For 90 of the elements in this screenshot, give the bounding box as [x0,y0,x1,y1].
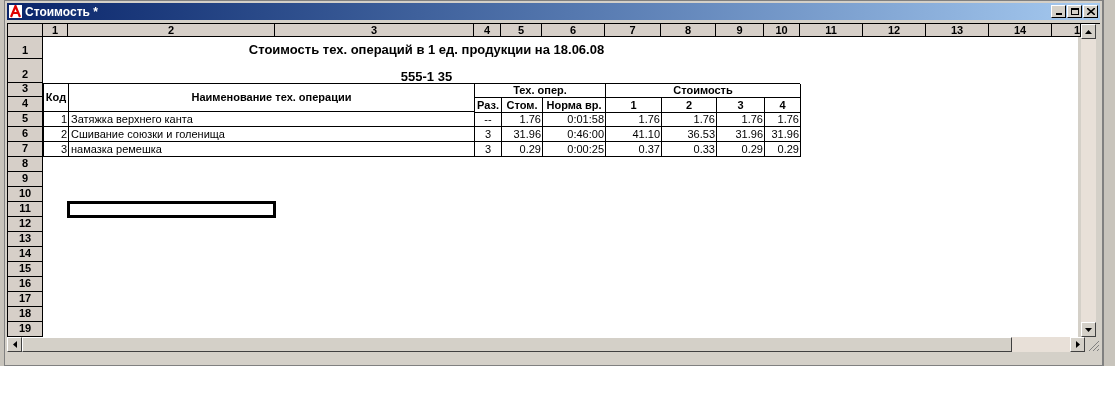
scroll-right-button[interactable] [1070,337,1085,352]
right-arrow-icon [1075,341,1080,348]
column-heading: Код [44,84,69,112]
maximize-button[interactable] [1067,5,1082,18]
column-heading: Наименование тех. операции [69,84,475,112]
table-cell: 31.96 [502,127,543,142]
table-cell: 0.29 [765,142,801,157]
left-arrow-icon [12,341,17,348]
row-header[interactable]: 4 [8,97,43,112]
row-header[interactable]: 10 [8,187,43,202]
table-cell: намазка ремешка [69,142,475,157]
column-heading: 3 [717,98,765,113]
sheet-subtitle: 555-1 35 [400,67,453,86]
scroll-down-button[interactable] [1081,322,1096,337]
vertical-scrollbar[interactable] [1081,24,1096,337]
column-header[interactable]: 9 [716,24,764,37]
table-cell: 2 [44,127,69,142]
column-header[interactable]: 1 [1052,24,1081,37]
row-header[interactable]: 7 [8,142,43,157]
table-cell: 1.76 [502,112,543,127]
row-header[interactable]: 12 [8,217,43,232]
row-header[interactable]: 13 [8,232,43,247]
table-cell: 1 [44,112,69,127]
cell-cursor[interactable] [67,201,276,218]
column-header[interactable]: 3 [275,24,474,37]
column-header[interactable]: 14 [989,24,1052,37]
row-header[interactable]: 17 [8,292,43,307]
table-cell: 36.53 [662,127,717,142]
row-header[interactable]: 11 [8,202,43,217]
close-icon [1086,8,1095,15]
row-header[interactable]: 1 [8,37,43,59]
table-cell: 31.96 [765,127,801,142]
row-header[interactable]: 5 [8,112,43,127]
table-cell: Сшивание союзки и голенища [69,127,475,142]
scroll-up-button[interactable] [1081,24,1096,39]
table-cell: Затяжка верхнего канта [69,112,475,127]
app-logo-icon [9,5,22,18]
row-header[interactable]: 3 [8,83,43,97]
window-title: Стоимость * [25,5,98,18]
row-header[interactable]: 9 [8,172,43,187]
table-cell: 0.29 [502,142,543,157]
scroll-left-button[interactable] [7,337,22,352]
column-heading: Стом. [502,98,543,113]
table-cell: 0.37 [606,142,662,157]
table-cell: 0.29 [717,142,765,157]
row-header[interactable]: 16 [8,277,43,292]
row-header[interactable]: 6 [8,127,43,142]
table-cell: -- [475,112,502,127]
column-heading: 4 [765,98,801,113]
table-cell: 1.76 [717,112,765,127]
column-heading: Норма вр. [543,98,606,113]
column-heading: 2 [662,98,717,113]
row-header[interactable]: 2 [8,59,43,83]
table-cell: 3 [475,142,502,157]
column-header[interactable]: 4 [474,24,501,37]
row-header[interactable]: 14 [8,247,43,262]
column-header[interactable]: 10 [764,24,800,37]
table-cell: 3 [44,142,69,157]
column-header[interactable]: 6 [542,24,605,37]
table-cell: 41.10 [606,127,662,142]
table-cell: 0.33 [662,142,717,157]
row-header[interactable]: 8 [8,157,43,172]
column-header[interactable]: 11 [800,24,863,37]
table-cell: 3 [475,127,502,142]
table-cell: 1.76 [662,112,717,127]
close-button[interactable] [1083,5,1098,18]
table-cell: 0:00:25 [543,142,606,157]
column-header[interactable]: 5 [501,24,542,37]
down-arrow-icon [1085,327,1092,332]
column-group-heading: Стоимость [606,84,801,98]
minimize-button[interactable] [1051,5,1066,18]
column-header[interactable]: 2 [68,24,275,37]
column-header[interactable]: 8 [661,24,716,37]
table-cell: 0:46:00 [543,127,606,142]
column-header[interactable]: 1 [43,24,68,37]
table-cell: 0:01:58 [543,112,606,127]
table-cell: 1.76 [765,112,801,127]
column-header[interactable]: 13 [926,24,989,37]
table-cell: 31.96 [717,127,765,142]
row-header[interactable]: 15 [8,262,43,277]
column-group-heading: Тех. опер. [475,84,606,98]
sheet-title: Стоимость тех. операций в 1 ед. продукции на 18.06.08 [248,41,605,59]
column-heading: Раз. [475,98,502,113]
table-cell: 1.76 [606,112,662,127]
up-arrow-icon [1085,29,1092,34]
column-header[interactable]: 7 [605,24,661,37]
column-heading: 1 [606,98,662,113]
column-header[interactable]: 12 [863,24,926,37]
row-header[interactable]: 18 [8,307,43,322]
row-header[interactable]: 19 [8,322,43,337]
